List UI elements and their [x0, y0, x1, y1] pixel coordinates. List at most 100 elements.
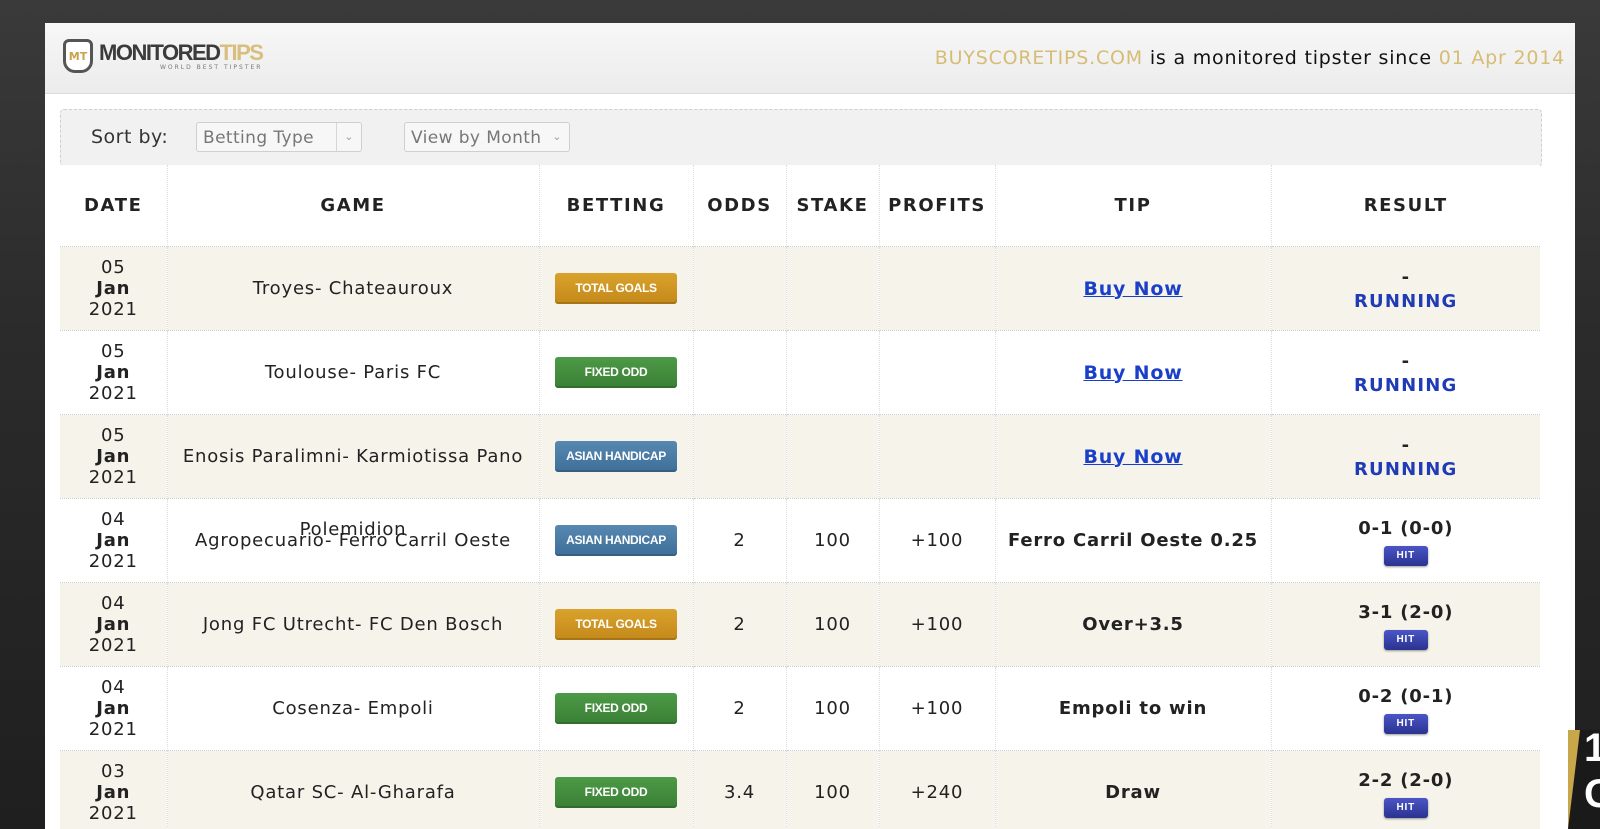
result-score: 3-1 (2-0): [1358, 601, 1454, 623]
result-cell: 0-2 (0-1) HIT: [1271, 666, 1540, 751]
asian-handicap-badge: ASIAN HANDICAP: [555, 525, 677, 556]
odds-cell: 2: [693, 498, 787, 583]
since-date: 01 Apr 2014: [1438, 47, 1565, 69]
tip-cell: Over+3.5: [995, 582, 1272, 667]
game-cell: Qatar SC- Al-Gharafa: [167, 750, 540, 829]
betting-type-select[interactable]: Betting Type ⌄: [196, 122, 362, 152]
game-cell: Enosis Paralimni- Karmiotissa Pano: [167, 414, 540, 499]
column-header-tip[interactable]: TIP: [995, 165, 1272, 247]
site-name: BUYSCORETIPS.COM: [934, 47, 1143, 69]
result-cell: - RUNNING: [1271, 246, 1540, 331]
column-header-betting[interactable]: BETTING: [539, 165, 694, 247]
running-status: RUNNING: [1353, 459, 1458, 480]
table-row: 05 Jan 2021 Toulouse- Paris FC FIXED ODD B…: [60, 330, 1540, 415]
profits-cell: +100: [879, 582, 996, 667]
table-row: 05 Jan 2021 Troyes- Chateauroux TOTAL GOAL…: [60, 246, 1540, 331]
column-header-odds[interactable]: ODDS: [693, 165, 787, 247]
result-cell: - RUNNING: [1271, 330, 1540, 415]
betting-cell: TOTAL GOALS: [539, 246, 694, 331]
result-cell: 3-1 (2-0) HIT: [1271, 582, 1540, 667]
gold-ribbon-icon: [1568, 730, 1580, 829]
result-score: 0-1 (0-0): [1358, 517, 1454, 539]
tip-cell: Draw: [995, 750, 1272, 829]
shield-logo-icon: MT: [63, 39, 93, 73]
date-cell: 05 Jan 2021: [60, 330, 168, 415]
odds-cell: 3.4: [693, 750, 787, 829]
running-status: RUNNING: [1353, 375, 1458, 396]
table-row: 04 Jan 2021 Cosenza- Empoli FIXED ODD 2 10…: [60, 666, 1540, 751]
tipster-panel: MT MONITOREDTIPS WORLD BEST TIPSTER BUYS…: [45, 23, 1575, 829]
tip-cell: Buy Now: [995, 246, 1272, 331]
headline-text: is a monitored tipster since: [1149, 47, 1432, 69]
side-widget-tab[interactable]: 1 G: [1568, 726, 1600, 829]
view-by-month-select[interactable]: View by Month ⌄: [404, 122, 570, 152]
column-header-profits[interactable]: PROFITS: [879, 165, 996, 247]
stake-cell: 100: [786, 498, 880, 583]
game-cell: Cosenza- Empoli: [167, 666, 540, 751]
table-row: 05 Jan 2021 Enosis Paralimni- Karmiotissa …: [60, 414, 1540, 499]
tip-cell: Buy Now: [995, 330, 1272, 415]
column-header-stake[interactable]: STAKE: [786, 165, 880, 247]
result-cell: 0-1 (0-0) HIT: [1271, 498, 1540, 583]
asian-handicap-badge: ASIAN HANDICAP: [555, 441, 677, 472]
hit-badge: HIT: [1383, 797, 1428, 818]
game-cell: Troyes- Chateauroux: [167, 246, 540, 331]
table-row: 04 Jan 2021 Jong FC Utrecht- FC Den Bosch …: [60, 582, 1540, 667]
odds-cell: 2: [693, 666, 787, 751]
tips-table: DATE GAME BETTING ODDS STAKE PROFITS TIP…: [60, 165, 1540, 829]
game-cell: Toulouse- Paris FC: [167, 330, 540, 415]
hit-badge: HIT: [1383, 713, 1428, 734]
monitoredtips-logo[interactable]: MT MONITOREDTIPS WORLD BEST TIPSTER: [63, 33, 264, 79]
hit-badge: HIT: [1383, 545, 1428, 566]
result-score: 2-2 (2-0): [1358, 769, 1454, 791]
buy-now-link[interactable]: Buy Now: [1083, 362, 1182, 384]
column-header-game[interactable]: GAME: [167, 165, 540, 247]
fixed-odd-badge: FIXED ODD: [555, 357, 677, 388]
fixed-odd-badge: FIXED ODD: [555, 777, 677, 808]
table-row: 04 Jan 2021 Polemidion Agropecuario- Ferro …: [60, 498, 1540, 583]
buy-now-link[interactable]: Buy Now: [1083, 278, 1182, 300]
tip-cell: Ferro Carril Oeste 0.25: [995, 498, 1272, 583]
profits-cell: +100: [879, 498, 996, 583]
profits-cell: +240: [879, 750, 996, 829]
odds-cell: 2: [693, 582, 787, 667]
column-header-date[interactable]: DATE: [60, 165, 168, 247]
sort-bar: Sort by: Betting Type ⌄ View by Month ⌄: [60, 109, 1542, 167]
profits-cell: [879, 246, 996, 331]
widget-text-line2: G: [1584, 772, 1600, 816]
game-cell: Jong FC Utrecht- FC Den Bosch: [167, 582, 540, 667]
logo-tips-text: TIPS: [219, 39, 264, 65]
date-cell: 05 Jan 2021: [60, 414, 168, 499]
odds-cell: [693, 330, 787, 415]
stake-cell: [786, 330, 880, 415]
odds-cell: [693, 414, 787, 499]
stake-cell: 100: [786, 750, 880, 829]
header-bar: MT MONITOREDTIPS WORLD BEST TIPSTER BUYS…: [45, 23, 1575, 94]
tipster-headline: BUYSCORETIPS.COM is a monitored tipster …: [935, 47, 1565, 69]
betting-cell: TOTAL GOALS: [539, 582, 694, 667]
result-cell: 2-2 (2-0) HIT: [1271, 750, 1540, 829]
date-cell: 03 Jan 2021: [60, 750, 168, 829]
running-status: RUNNING: [1353, 291, 1458, 312]
betting-cell: ASIAN HANDICAP: [539, 498, 694, 583]
date-cell: 04 Jan 2021: [60, 666, 168, 751]
table-row: 03 Jan 2021 Qatar SC- Al-Gharafa FIXED ODD…: [60, 750, 1540, 829]
buy-now-link[interactable]: Buy Now: [1083, 446, 1182, 468]
result-score: -: [1401, 435, 1410, 456]
result-score: -: [1401, 351, 1410, 372]
logo-main-text: MONITORED: [99, 39, 221, 65]
chevron-down-icon: ⌄: [336, 123, 361, 151]
betting-cell: FIXED ODD: [539, 750, 694, 829]
hit-badge: HIT: [1383, 629, 1428, 650]
profits-cell: [879, 414, 996, 499]
fixed-odd-badge: FIXED ODD: [555, 693, 677, 724]
result-cell: - RUNNING: [1271, 414, 1540, 499]
total-goals-badge: TOTAL GOALS: [555, 609, 677, 640]
column-header-result[interactable]: RESULT: [1271, 165, 1540, 247]
betting-cell: FIXED ODD: [539, 330, 694, 415]
stake-cell: 100: [786, 666, 880, 751]
date-cell: 04 Jan 2021: [60, 582, 168, 667]
game-overflow-text: Polemidion: [299, 519, 407, 540]
betting-cell: FIXED ODD: [539, 666, 694, 751]
total-goals-badge: TOTAL GOALS: [555, 273, 677, 304]
